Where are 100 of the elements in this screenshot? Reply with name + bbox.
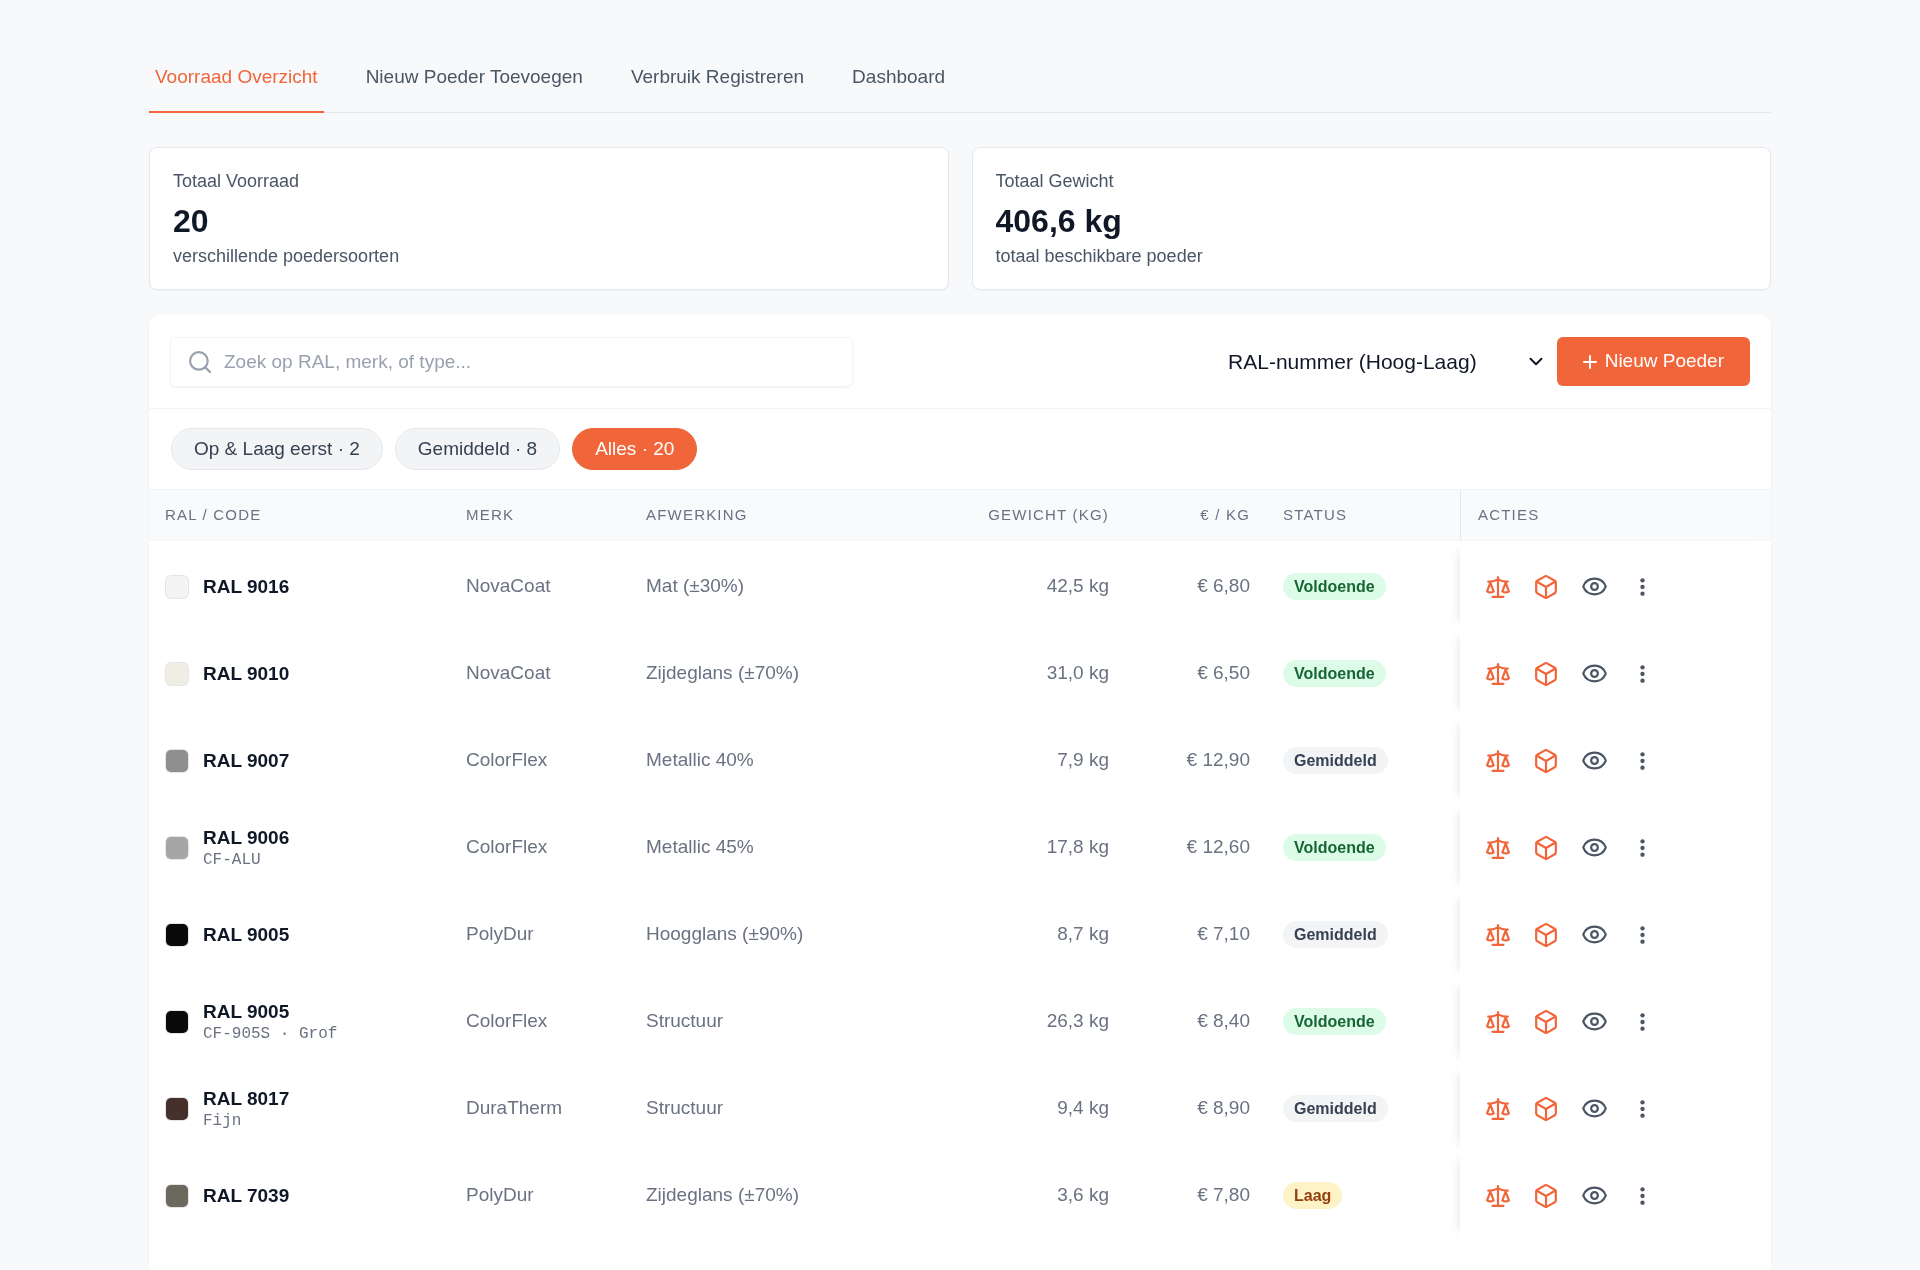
card-value: 406,6 kg (995, 202, 1122, 241)
ral-code: RAL 9007 (203, 748, 290, 773)
eye-icon[interactable] (1581, 925, 1607, 944)
ral-code: RAL 9005 (203, 922, 290, 947)
status-badge: Gemiddeld (1283, 747, 1388, 774)
table-cell: Mat (±30%) (646, 575, 745, 597)
column-header: GEWICHT (KG) (988, 506, 1109, 523)
search-field[interactable]: Zoek op RAL, merk, of type... (170, 336, 853, 387)
eye-icon[interactable] (1581, 1186, 1607, 1205)
more-icon[interactable] (1639, 1185, 1645, 1206)
status-badge: Voldoende (1283, 1008, 1386, 1035)
more-icon[interactable] (1639, 1098, 1645, 1119)
filter-chip[interactable]: Op & Laag eerst · 2 (171, 428, 383, 470)
scale-icon[interactable] (1486, 575, 1510, 598)
scale-icon[interactable] (1486, 1184, 1510, 1207)
scale-icon[interactable] (1486, 662, 1510, 685)
eye-icon[interactable] (1581, 1099, 1607, 1118)
table-cell: 3,6 kg (1057, 1184, 1109, 1206)
eye-icon[interactable] (1581, 751, 1607, 770)
column-header: € / KG (1200, 506, 1250, 523)
ral-code: RAL 9016 (203, 574, 290, 599)
table-cell: ColorFlex (466, 1010, 548, 1032)
table-cell: ColorFlex (466, 836, 548, 858)
scale-icon[interactable] (1486, 836, 1510, 859)
table-cell: 31,0 kg (1046, 662, 1109, 684)
column-header: MERK (466, 506, 515, 523)
table-cell: Metallic 40% (646, 749, 754, 771)
card-label: Totaal Gewicht (995, 170, 1114, 193)
table-cell: Structuur (646, 1010, 724, 1032)
table-cell: ColorFlex (466, 749, 548, 771)
ral-code: RAL 9006 (203, 825, 290, 850)
card-caption: totaal beschikbare poeder (995, 245, 1203, 268)
box-icon[interactable] (1535, 1009, 1557, 1034)
box-icon[interactable] (1535, 574, 1557, 599)
ral-code: RAL 7039 (203, 1183, 290, 1208)
box-icon[interactable] (1535, 922, 1557, 947)
scale-icon[interactable] (1486, 1010, 1510, 1033)
chevron-down-icon (1528, 357, 1543, 366)
product-code: Fijn (203, 1110, 243, 1131)
table-cell: Metallic 45% (646, 836, 754, 858)
eye-icon[interactable] (1581, 838, 1607, 857)
more-icon[interactable] (1639, 837, 1645, 858)
table-cell: € 12,90 (1186, 749, 1250, 771)
table-cell: Zijdeglans (±70%) (646, 662, 799, 684)
scale-icon[interactable] (1486, 923, 1510, 946)
scale-icon[interactable] (1486, 1097, 1510, 1120)
eye-icon[interactable] (1581, 664, 1607, 683)
more-icon[interactable] (1639, 924, 1645, 945)
table-cell: NovaCoat (466, 662, 551, 684)
search-icon (189, 350, 211, 373)
box-icon[interactable] (1535, 661, 1557, 686)
product-code: CF-905S · Grof (203, 1023, 338, 1044)
table-cell: NovaCoat (466, 575, 551, 597)
tab[interactable]: Verbruik Registreren (624, 63, 811, 113)
box-icon[interactable] (1535, 1183, 1557, 1208)
table-cell: PolyDur (466, 923, 534, 945)
tab[interactable]: Nieuw Poeder Toevoegen (359, 63, 589, 113)
scale-icon[interactable] (1486, 749, 1510, 772)
table-cell: 9,4 kg (1057, 1097, 1109, 1119)
card-caption: verschillende poedersoorten (173, 245, 400, 268)
tab[interactable]: Dashboard (846, 63, 952, 113)
table-cell: Zijdeglans (±70%) (646, 1184, 799, 1206)
table-cell: 42,5 kg (1046, 575, 1109, 597)
filter-chip[interactable]: Gemiddeld · 8 (394, 428, 561, 470)
more-icon[interactable] (1639, 750, 1645, 771)
status-badge: Voldoende (1283, 660, 1386, 687)
sort-select[interactable]: RAL-nummer (Hoog-Laag) (1216, 336, 1555, 387)
table-cell: 17,8 kg (1046, 836, 1109, 858)
ral-code: RAL 9005 (203, 999, 291, 1024)
column-header: STATUS (1283, 506, 1348, 523)
table-cell: € 7,10 (1197, 923, 1250, 945)
product-code: CF-ALU (203, 849, 262, 870)
status-badge: Voldoende (1283, 573, 1386, 600)
table-cell: 26,3 kg (1046, 1010, 1109, 1032)
box-icon[interactable] (1535, 748, 1557, 773)
status-badge: Gemiddeld (1283, 921, 1388, 948)
more-icon[interactable] (1639, 663, 1645, 684)
table-cell: DuraTherm (466, 1097, 563, 1119)
table-cell: PolyDur (466, 1184, 534, 1206)
card-value: 20 (173, 202, 209, 241)
table-cell: € 6,50 (1197, 662, 1250, 684)
more-icon[interactable] (1639, 576, 1645, 597)
eye-icon[interactable] (1581, 1012, 1607, 1031)
table-cell: 7,9 kg (1057, 749, 1109, 771)
table-cell: € 6,80 (1197, 575, 1250, 597)
column-header: AFWERKING (646, 506, 748, 523)
box-icon[interactable] (1535, 835, 1557, 860)
card-label: Totaal Voorraad (173, 170, 300, 193)
table-cell: 8,7 kg (1057, 923, 1109, 945)
table-cell: € 12,60 (1186, 836, 1250, 858)
column-header: ACTIES (1478, 504, 1540, 525)
status-badge: Voldoende (1283, 834, 1386, 861)
table-cell: Structuur (646, 1097, 724, 1119)
table-cell: € 8,40 (1197, 1010, 1250, 1032)
table-cell: Hoogglans (±90%) (646, 923, 804, 945)
box-icon[interactable] (1535, 1096, 1557, 1121)
column-header: RAL / CODE (165, 506, 262, 523)
eye-icon[interactable] (1581, 577, 1607, 596)
ral-code: RAL 9010 (203, 661, 290, 686)
more-icon[interactable] (1639, 1011, 1645, 1032)
